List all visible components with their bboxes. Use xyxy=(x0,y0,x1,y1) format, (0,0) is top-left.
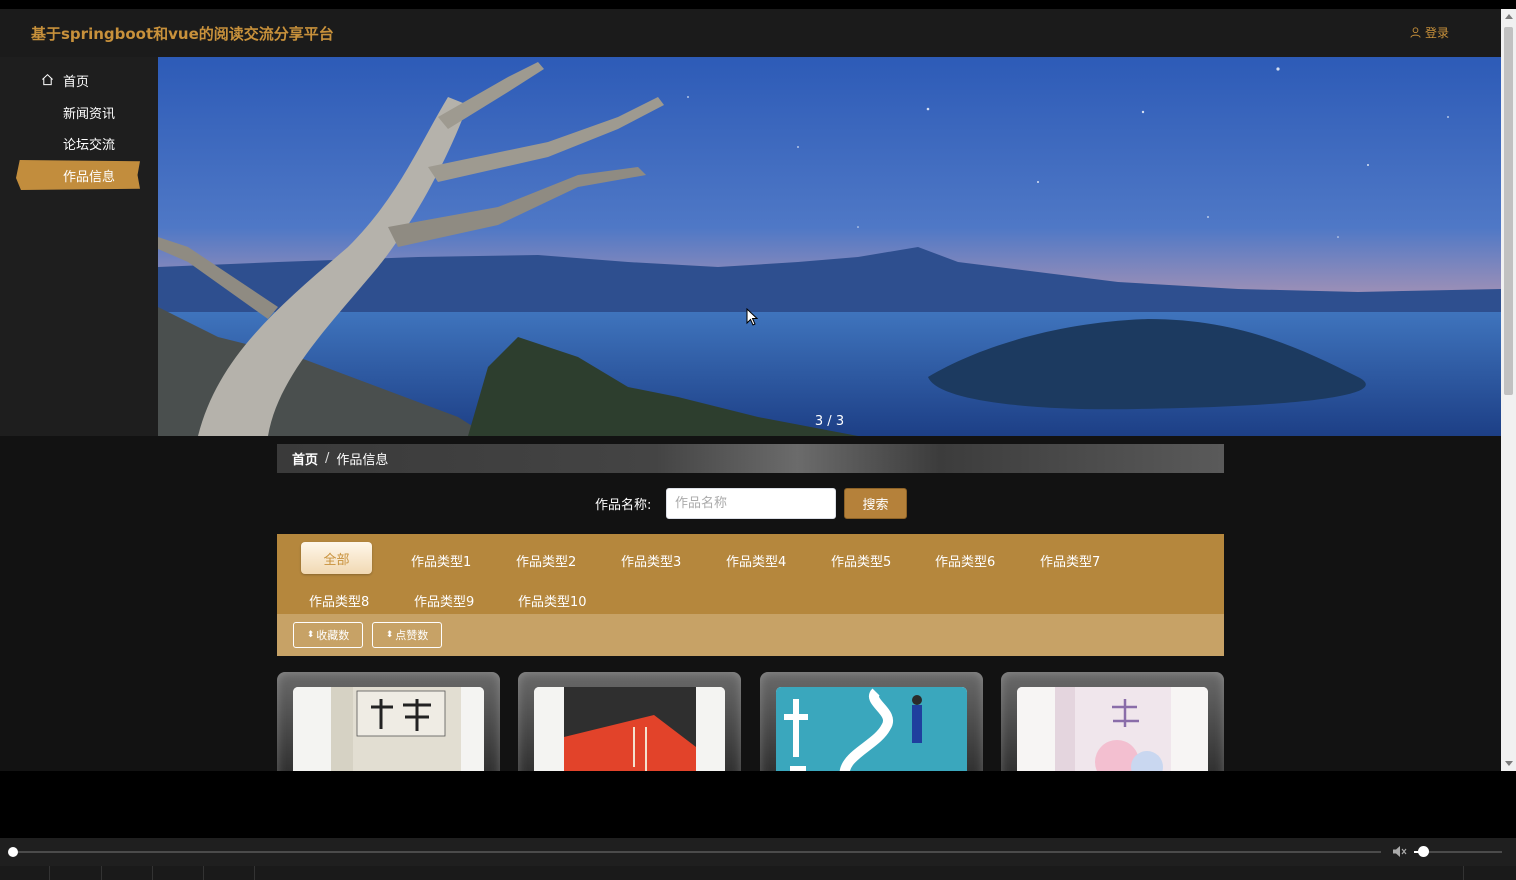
sort-button-label: 点赞数 xyxy=(395,629,429,642)
taskbar-divider xyxy=(49,866,50,880)
screen: 基于springboot和vue的阅读交流分享平台 登录 首页 新闻资讯 论坛交… xyxy=(0,0,1516,880)
sort-caret-icon: ⬍ xyxy=(306,629,315,640)
scroll-down-arrow-icon[interactable] xyxy=(1505,761,1513,766)
work-card[interactable] xyxy=(277,672,500,771)
category-tab[interactable]: 作品类型7 xyxy=(1040,551,1100,570)
search-bar: 作品名称: 搜索 xyxy=(595,488,907,519)
sidebar-item-label: 新闻资讯 xyxy=(63,106,116,122)
carousel-indicator: 3 / 3 xyxy=(814,414,845,429)
login-link[interactable]: 登录 xyxy=(1410,24,1449,41)
category-tab[interactable]: 作品类型9 xyxy=(414,591,474,610)
sidebar-item-forum[interactable]: 论坛交流 xyxy=(16,128,140,158)
breadcrumb-home-link[interactable]: 首页 xyxy=(292,449,318,468)
mouse-cursor-icon xyxy=(746,308,758,326)
taskbar-divider xyxy=(152,866,153,880)
playback-progress-knob[interactable] xyxy=(8,847,18,857)
sidebar-item-home[interactable]: 首页 xyxy=(16,65,140,95)
taskbar-divider xyxy=(254,866,255,880)
sidebar: 首页 新闻资讯 论坛交流 作品信息 xyxy=(0,57,158,436)
category-filter: 全部 作品类型1 作品类型2 作品类型3 作品类型4 作品类型5 作品类型6 作… xyxy=(277,534,1224,614)
top-bar: 基于springboot和vue的阅读交流分享平台 登录 xyxy=(0,9,1501,57)
sidebar-item-works[interactable]: 作品信息 xyxy=(16,160,140,190)
sort-by-favorites-button[interactable]: ⬍ 收藏数 xyxy=(293,622,363,648)
category-tab[interactable]: 作品类型1 xyxy=(411,551,471,570)
page-scrollbar[interactable] xyxy=(1501,9,1516,771)
banner-image xyxy=(158,57,1501,436)
taskbar xyxy=(0,866,1516,880)
scroll-up-arrow-icon[interactable] xyxy=(1505,14,1513,19)
search-input[interactable] xyxy=(666,488,836,519)
taskbar-divider xyxy=(1463,866,1464,880)
taskbar-divider xyxy=(101,866,102,880)
work-card[interactable] xyxy=(518,672,741,771)
site-title: 基于springboot和vue的阅读交流分享平台 xyxy=(31,25,334,43)
work-cover-image xyxy=(1017,687,1208,771)
sidebar-item-label: 首页 xyxy=(63,74,90,90)
home-icon xyxy=(42,73,53,86)
category-tab[interactable]: 作品类型5 xyxy=(831,551,891,570)
breadcrumb-current: 作品信息 xyxy=(336,453,389,468)
browser-viewport: 基于springboot和vue的阅读交流分享平台 登录 首页 新闻资讯 论坛交… xyxy=(0,9,1516,771)
taskbar-divider xyxy=(203,866,204,880)
category-tab[interactable]: 作品类型2 xyxy=(516,551,576,570)
sort-caret-icon: ⬍ xyxy=(385,629,394,640)
category-tab[interactable]: 作品类型10 xyxy=(518,591,587,610)
breadcrumb-separator: / xyxy=(325,451,330,466)
category-tab[interactable]: 作品类型8 xyxy=(309,591,369,610)
sidebar-item-news[interactable]: 新闻资讯 xyxy=(16,97,140,127)
work-cover-image xyxy=(534,687,725,771)
scroll-thumb[interactable] xyxy=(1504,27,1513,395)
media-player-bar xyxy=(0,838,1516,866)
playback-progress-track[interactable] xyxy=(13,851,1381,853)
work-card[interactable] xyxy=(760,672,983,771)
category-tab[interactable]: 作品类型6 xyxy=(935,551,995,570)
breadcrumb: 首页 / 作品信息 xyxy=(277,444,1224,473)
work-card[interactable] xyxy=(1001,672,1224,771)
user-icon xyxy=(1410,27,1421,38)
search-button[interactable]: 搜索 xyxy=(844,488,907,519)
sort-button-label: 收藏数 xyxy=(316,629,350,642)
work-cover-image xyxy=(293,687,484,771)
sort-by-likes-button[interactable]: ⬍ 点赞数 xyxy=(372,622,442,648)
sidebar-item-label: 论坛交流 xyxy=(63,137,116,153)
volume-slider-knob[interactable] xyxy=(1417,846,1429,857)
sort-bar: ⬍ 收藏数 ⬍ 点赞数 xyxy=(277,614,1224,656)
sidebar-item-label: 作品信息 xyxy=(63,169,116,185)
volume-icon[interactable] xyxy=(1392,845,1407,858)
banner-carousel[interactable]: 3 / 3 xyxy=(158,57,1501,436)
search-label: 作品名称: xyxy=(595,498,652,513)
work-cover-image xyxy=(776,687,967,771)
category-tab[interactable]: 作品类型4 xyxy=(726,551,786,570)
category-tab[interactable]: 作品类型3 xyxy=(621,551,681,570)
login-label: 登录 xyxy=(1425,26,1450,40)
category-all-tab[interactable]: 全部 xyxy=(301,542,372,574)
